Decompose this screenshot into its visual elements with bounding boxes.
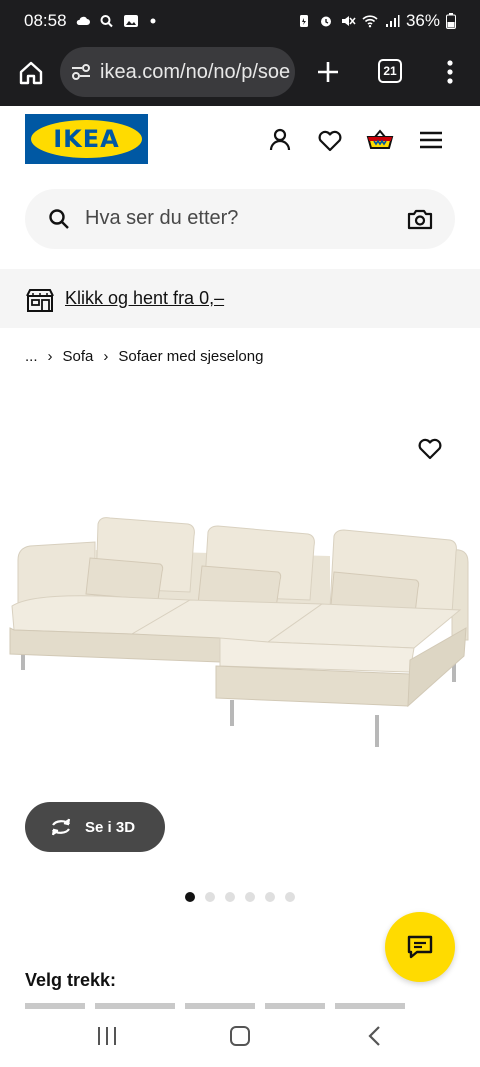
click-collect-link[interactable]: Klikk og hent fra 0,– — [65, 288, 224, 309]
site-settings-icon[interactable] — [70, 62, 92, 82]
gallery-dot[interactable] — [245, 892, 255, 902]
gallery-dot[interactable] — [205, 892, 215, 902]
gallery-dot[interactable] — [285, 892, 295, 902]
view-in-3d-button[interactable]: Se i 3D — [25, 802, 165, 852]
signal-icon — [385, 15, 400, 27]
battery-percent: 36% — [405, 11, 440, 30]
camera-search-icon[interactable] — [407, 207, 433, 231]
cloud-icon — [76, 16, 90, 25]
view-in-3d-label: Se i 3D — [85, 818, 136, 836]
battery-saver-icon — [299, 15, 308, 27]
menu-icon[interactable] — [417, 126, 445, 154]
status-bar: 08:58 36% — [0, 0, 480, 42]
wifi-icon — [362, 15, 378, 28]
rotate-3d-icon — [51, 818, 71, 836]
click-collect-banner[interactable]: Klikk og hent fra 0,– — [0, 269, 480, 328]
logo-text: IKEA — [53, 125, 120, 153]
android-nav-bar — [0, 1010, 480, 1067]
chevron-right-icon: › — [47, 347, 53, 365]
alarm-icon — [320, 16, 331, 27]
basket-icon[interactable] — [365, 126, 395, 154]
search-input[interactable]: Hva ser du etter? — [85, 207, 238, 230]
new-tab-icon[interactable] — [315, 59, 341, 85]
section-title: Velg trekk: — [25, 970, 117, 990]
breadcrumb-item-current[interactable]: Sofaer med sjeselong — [118, 348, 263, 365]
mute-icon — [341, 16, 356, 26]
profile-icon[interactable] — [266, 126, 294, 154]
home-icon[interactable] — [17, 59, 45, 87]
gallery-dot[interactable] — [225, 892, 235, 902]
recent-apps-icon[interactable] — [96, 1025, 118, 1047]
truncated-text-line — [25, 1003, 405, 1009]
chevron-right-icon: › — [103, 347, 109, 365]
battery-icon — [446, 13, 456, 29]
status-time: 08:58 — [24, 11, 67, 30]
url-bar[interactable]: ikea.com/no/no/p/soe — [60, 47, 295, 97]
chat-button[interactable] — [385, 912, 455, 982]
search-icon — [49, 209, 69, 229]
ikea-logo[interactable]: IKEA — [25, 114, 148, 164]
tab-count: 21 — [383, 64, 397, 78]
gallery-icon — [123, 15, 138, 27]
browser-toolbar: ikea.com/no/no/p/soe 21 — [0, 42, 480, 106]
url-text: ikea.com/no/no/p/soe — [100, 60, 291, 83]
search-bar[interactable]: Hva ser du etter? — [25, 189, 455, 249]
tabs-icon[interactable]: 21 — [378, 59, 402, 83]
home-nav-icon[interactable] — [229, 1025, 251, 1047]
back-icon[interactable] — [366, 1025, 382, 1047]
dot-icon — [150, 18, 156, 24]
breadcrumb: ... › Sofa › Sofaer med sjeselong — [25, 346, 263, 366]
more-icon[interactable] — [440, 58, 460, 86]
sofa-image — [9, 517, 469, 747]
gallery-dot-active[interactable] — [185, 892, 195, 902]
breadcrumb-item-sofa[interactable]: Sofa — [63, 348, 94, 365]
search-icon — [100, 15, 113, 28]
store-icon — [26, 289, 54, 312]
breadcrumb-item-more[interactable]: ... — [25, 348, 38, 365]
gallery-pagination — [185, 892, 295, 902]
add-to-favourites-icon[interactable] — [417, 436, 443, 460]
gallery-dot[interactable] — [265, 892, 275, 902]
logo-oval: IKEA — [31, 120, 142, 158]
chat-icon — [407, 935, 433, 959]
site-header: IKEA — [0, 106, 480, 174]
favourites-icon[interactable] — [316, 126, 344, 154]
